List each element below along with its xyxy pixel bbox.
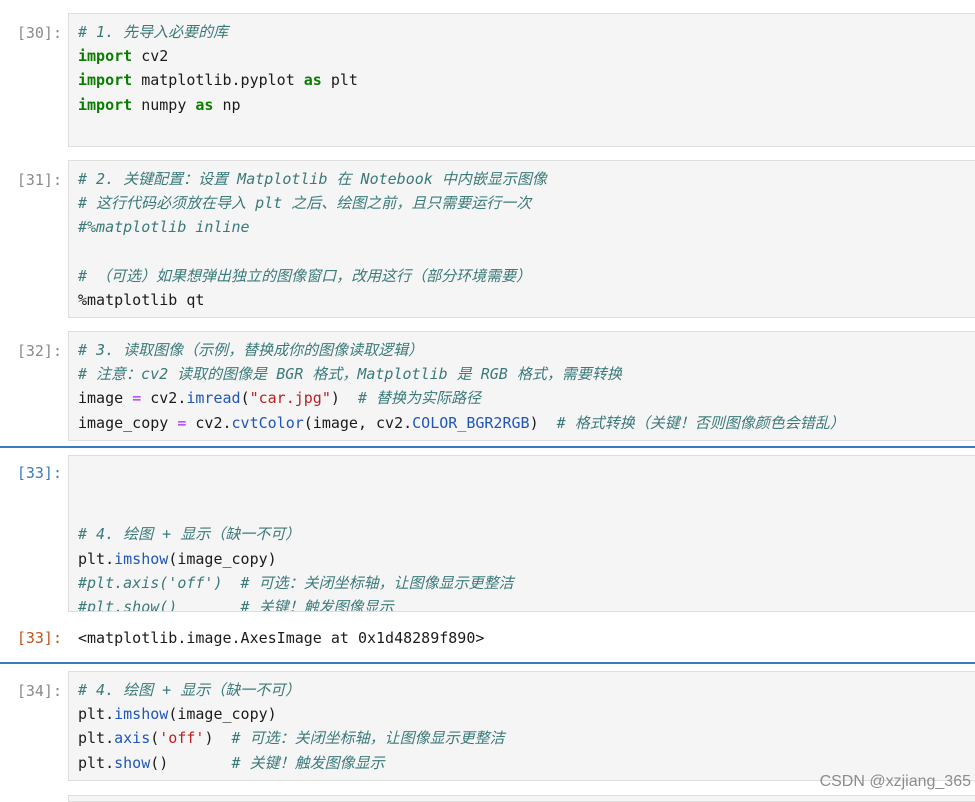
code-token: imshow — [114, 705, 169, 724]
code-token: #plt.axis('off') # 可选：关闭坐标轴，让图像显示更整洁 — [78, 573, 514, 592]
code-token: ) — [529, 413, 557, 432]
code-line: plt.imshow(image_copy) — [78, 702, 975, 726]
code-token: %matplotlib qt — [78, 290, 205, 309]
code-line: #plt.axis('off') # 可选：关闭坐标轴，让图像显示更整洁 — [78, 571, 975, 595]
code-token: plt — [321, 71, 358, 90]
code-line: # 这行代码必须放在导入 plt 之后、绘图之前，且只需要运行一次 — [78, 191, 975, 215]
code-line: image = cv2.imread("car.jpg") # 替换为实际路径 — [78, 386, 975, 410]
code-line: #%matplotlib inline — [78, 215, 975, 239]
code-token: import — [78, 47, 133, 66]
code-token: # （可选）如果想弹出独立的图像窗口，改用这行（部分环境需要） — [78, 266, 532, 285]
code-token: cv2 — [132, 47, 169, 66]
code-editor[interactable]: # 4. 绘图 + 显示（缺一不可） plt.imshow(image_copy)… — [68, 455, 975, 612]
code-token: (image_copy) — [168, 705, 277, 724]
code-line: # （可选）如果想弹出独立的图像窗口，改用这行（部分环境需要） — [78, 264, 975, 288]
code-line: import numpy as np — [78, 93, 975, 117]
code-token: as — [195, 95, 214, 114]
code-token: ) — [204, 729, 232, 748]
code-line: plt.show() # 关键！触发图像显示 — [78, 751, 975, 775]
code-editor[interactable]: # 2. 关键配置：设置 Matplotlib 在 Notebook 中内嵌显示… — [68, 160, 975, 318]
code-token: image_copy — [78, 413, 178, 432]
code-line: plt.imshow(image_copy) — [78, 547, 975, 571]
code-token: imread — [186, 389, 241, 408]
code-token: matplotlib.pyplot — [132, 71, 304, 90]
code-token: # 注意：cv2 读取的图像是 BGR 格式，Matplotlib 是 RGB … — [78, 365, 622, 384]
code-editor[interactable]: # 4. 绘图 + 显示（缺一不可） plt.imshow(image_copy)… — [68, 671, 975, 781]
code-line: # 注意：cv2 读取的图像是 BGR 格式，Matplotlib 是 RGB … — [78, 362, 975, 386]
code-token: 'off' — [159, 729, 205, 748]
code-token: # 这行代码必须放在导入 plt 之后、绘图之前，且只需要运行一次 — [78, 194, 532, 213]
code-token: # 2. 关键配置：设置 Matplotlib 在 Notebook 中内嵌显示… — [78, 170, 547, 188]
code-line: # 3. 读取图像（示例，替换成你的图像读取逻辑） — [78, 338, 975, 362]
code-token: # 关键！触发图像显示 — [231, 753, 385, 772]
code-token: plt. — [78, 549, 115, 568]
code-line: plt.axis('off') # 可选：关闭坐标轴，让图像显示更整洁 — [78, 726, 975, 750]
code-line: # 2. 关键配置：设置 Matplotlib 在 Notebook 中内嵌显示… — [78, 167, 975, 191]
code-token: = — [132, 389, 142, 408]
code-token: as — [303, 71, 322, 90]
code-token: # 4. 绘图 + 显示（缺一不可） — [78, 681, 301, 699]
code-token: ( — [240, 389, 250, 408]
code-token: image — [78, 389, 133, 408]
code-editor[interactable]: # 1. 先导入必要的库 import cv2 import matplotlib.… — [68, 13, 975, 147]
code-token: (image_copy) — [168, 549, 277, 568]
code-token: cv2. — [186, 413, 232, 432]
code-token: # 可选：关闭坐标轴，让图像显示更整洁 — [231, 729, 505, 748]
code-line: import cv2 — [78, 44, 975, 68]
code-token: () — [150, 753, 232, 772]
input-prompt: [34]: — [16, 682, 62, 700]
code-token: cv2. — [141, 389, 187, 408]
code-token: show — [114, 753, 151, 772]
code-token: # 替换为实际路径 — [357, 389, 482, 408]
active-cell-border-top — [0, 446, 975, 448]
code-token: ) — [330, 389, 358, 408]
code-token: axis — [114, 729, 151, 748]
code-line: %matplotlib qt — [78, 288, 975, 312]
code-editor[interactable]: # 3. 读取图像（示例，替换成你的图像读取逻辑） # 注意：cv2 读取的图像是… — [68, 331, 975, 441]
code-token: np — [213, 95, 241, 114]
next-cell-editor[interactable] — [68, 795, 975, 802]
cell-output: <matplotlib.image.AxesImage at 0x1d48289… — [78, 629, 485, 647]
code-token: plt. — [78, 729, 115, 748]
code-line: #plt.show() # 关键！触发图像显示 — [78, 595, 975, 612]
code-token: COLOR_BGR2RGB — [412, 413, 530, 432]
output-prompt: [33]: — [16, 629, 62, 647]
code-token: cvtColor — [231, 413, 304, 432]
input-prompt: [31]: — [16, 171, 62, 189]
code-token: # 3. 读取图像（示例，替换成你的图像读取逻辑） — [78, 341, 424, 359]
code-token: # 4. 绘图 + 显示（缺一不可） — [78, 525, 301, 544]
input-prompt: [32]: — [16, 342, 62, 360]
code-token: #plt.show() # 关键！触发图像显示 — [78, 597, 394, 612]
code-token: plt. — [78, 753, 115, 772]
code-line: # 4. 绘图 + 显示（缺一不可） — [78, 678, 975, 702]
code-token: # 1. 先导入必要的库 — [78, 23, 229, 41]
watermark: CSDN @xzjiang_365 — [819, 773, 971, 790]
code-line: # 4. 绘图 + 显示（缺一不可） — [78, 522, 975, 546]
code-line: # 1. 先导入必要的库 — [78, 20, 975, 44]
code-line: import matplotlib.pyplot as plt — [78, 68, 975, 92]
input-prompt: [30]: — [16, 24, 62, 42]
input-prompt: [33]: — [16, 464, 62, 482]
code-token: imshow — [114, 549, 169, 568]
code-token: import — [78, 95, 133, 114]
code-token: (image, cv2. — [303, 413, 413, 432]
code-token: #%matplotlib inline — [78, 218, 250, 237]
code-line: image_copy = cv2.cvtColor(image, cv2.COL… — [78, 411, 975, 435]
code-token: ( — [150, 729, 160, 748]
code-token: numpy — [132, 95, 196, 114]
code-token: # 格式转换（关键！否则图像颜色会错乱） — [556, 413, 845, 432]
active-cell-border-bottom — [0, 662, 975, 664]
code-token: plt. — [78, 705, 115, 724]
code-token: "car.jpg" — [249, 389, 331, 408]
code-token: import — [78, 71, 133, 90]
